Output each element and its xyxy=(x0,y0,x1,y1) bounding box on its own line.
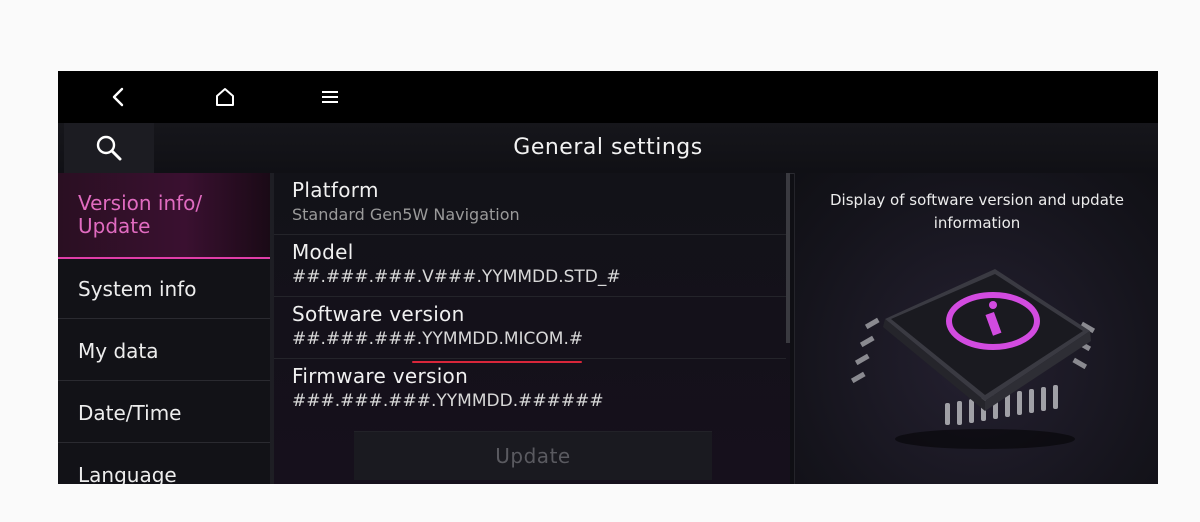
page-title: General settings xyxy=(513,135,703,160)
row-value: Standard Gen5W Navigation xyxy=(292,205,520,224)
settings-sidebar: Version info/ Update System info My data… xyxy=(58,173,270,484)
menu-button[interactable] xyxy=(300,77,360,117)
list-item-firmware-version: Firmware version ###.###.###.YYMMDD.####… xyxy=(274,359,786,421)
sidebar-item-my-data[interactable]: My data xyxy=(58,321,270,381)
home-icon xyxy=(216,88,234,106)
sidebar-item-label: Version info/ Update xyxy=(78,191,203,238)
sidebar-item-label: My data xyxy=(78,338,159,363)
row-value: ##.###.###.V###.YYMMDD.STD_# xyxy=(292,267,621,287)
sidebar-item-label: Language xyxy=(78,462,177,485)
row-title: Platform xyxy=(292,178,379,202)
highlight-underline xyxy=(412,361,582,363)
search-icon xyxy=(96,135,122,161)
back-button[interactable] xyxy=(88,77,148,117)
row-value: ###.###.###.YYMMDD.###### xyxy=(292,391,604,411)
info-panel: Display of software version and update i… xyxy=(794,173,1158,484)
update-button[interactable]: Update xyxy=(354,431,712,480)
sidebar-item-version-info[interactable]: Version info/ Update xyxy=(58,173,270,259)
sidebar-item-system-info[interactable]: System info xyxy=(58,259,270,319)
sidebar-item-date-time[interactable]: Date/Time xyxy=(58,383,270,443)
infotainment-screen: General settings Version info/ Update Sy… xyxy=(58,71,1158,484)
list-item-platform: Platform Standard Gen5W Navigation xyxy=(274,173,786,235)
title-bar: General settings xyxy=(58,123,1158,174)
row-title: Software version xyxy=(292,302,465,326)
row-title: Firmware version xyxy=(292,364,469,388)
home-button[interactable] xyxy=(195,77,255,117)
back-icon xyxy=(112,87,124,107)
info-chip-icon xyxy=(850,269,1096,449)
content-scrollbar[interactable] xyxy=(786,173,790,343)
sidebar-item-label: System info xyxy=(78,276,197,301)
row-title: Model xyxy=(292,240,354,264)
info-description: Display of software version and update i… xyxy=(829,191,1125,232)
sidebar-item-label: Date/Time xyxy=(78,400,182,425)
list-item-model: Model ##.###.###.V###.YYMMDD.STD_# xyxy=(274,235,786,297)
search-button[interactable] xyxy=(64,123,154,173)
menu-icon xyxy=(322,91,338,103)
top-bar xyxy=(58,71,1158,123)
row-value: ##.###.###.YYMMDD.MICOM.# xyxy=(292,329,584,349)
sidebar-item-language[interactable]: Language xyxy=(58,445,270,485)
list-item-software-version: Software version ##.###.###.YYMMDD.MICOM… xyxy=(274,297,786,359)
